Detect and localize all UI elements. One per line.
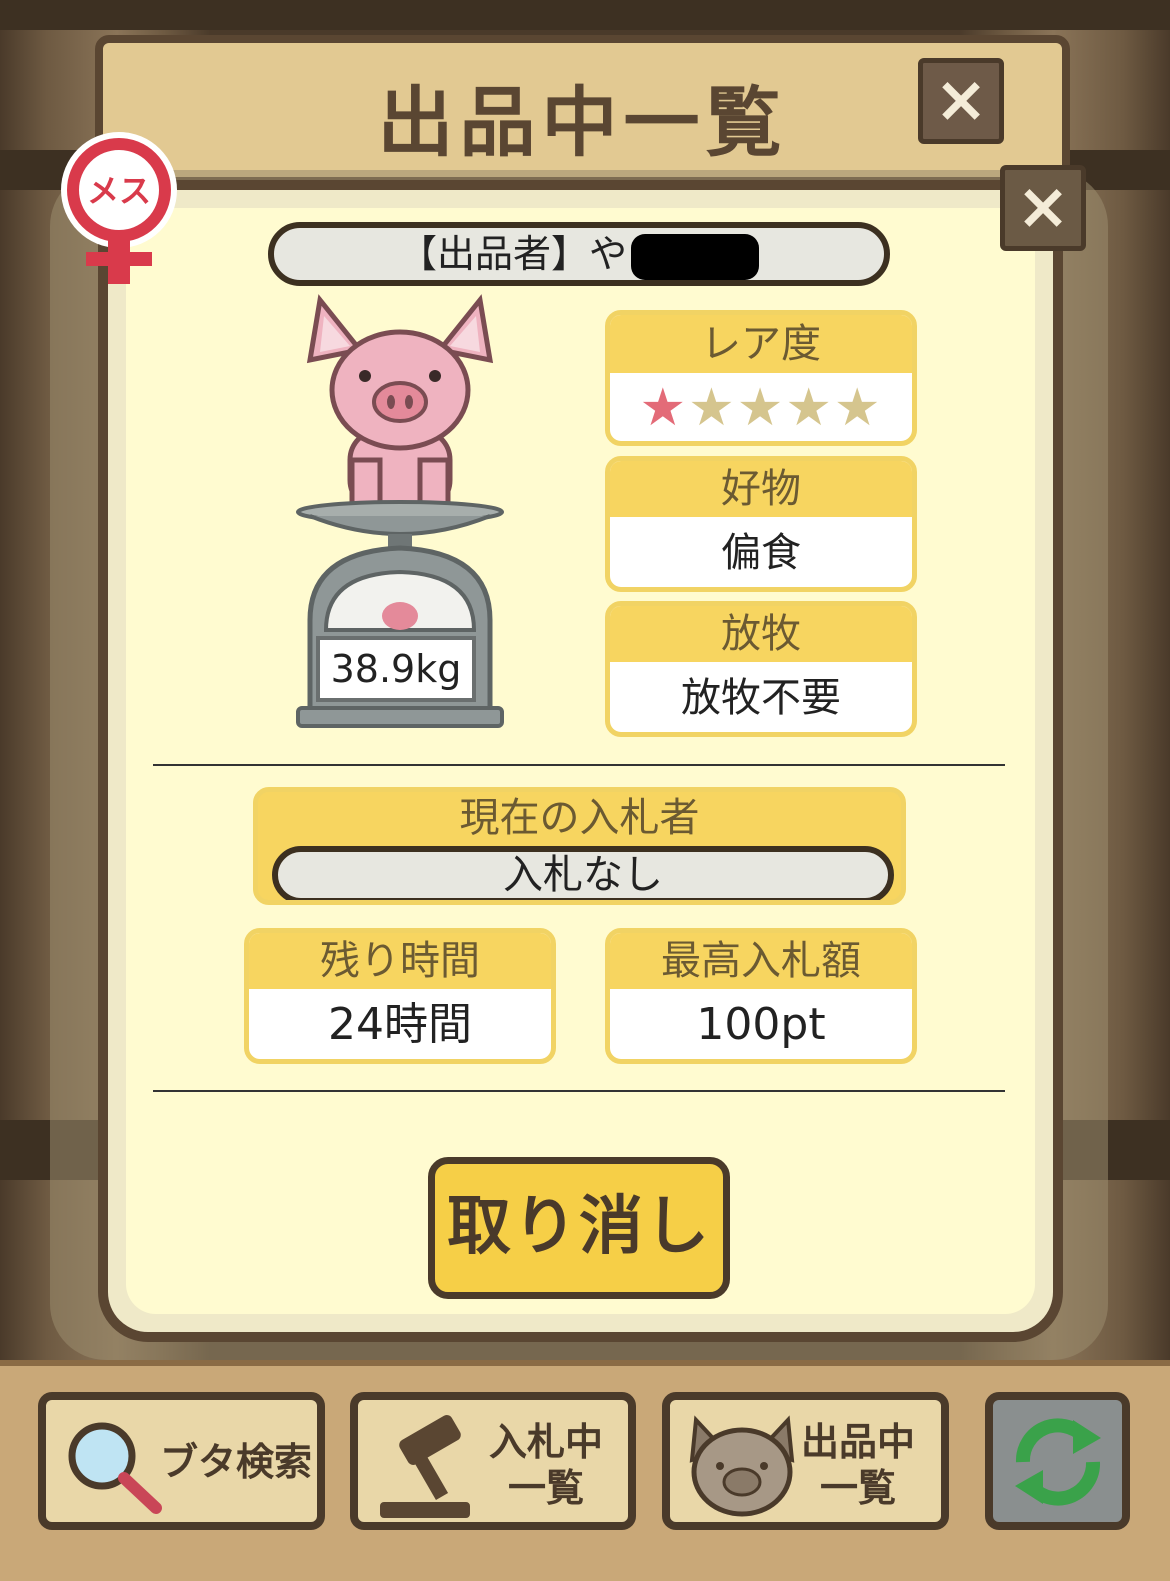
star-empty-icon: ★★★★ [688,378,883,438]
bidding-list-button[interactable]: 入札中 一覧 [350,1392,636,1530]
bidding-list-label-2: 一覧 [507,1466,584,1510]
pig-face-icon [689,1415,795,1517]
grazing-card: 放牧 放牧不要 [605,601,917,737]
rarity-label: レア度 [610,315,912,373]
rarity-stars: ★★★★★ [610,373,912,441]
gavel-icon [380,1415,470,1518]
header-close-button[interactable]: × [918,58,1004,144]
weight-display: 38.9kg [316,636,476,702]
grazing-label: 放牧 [610,606,912,662]
listing-list-label-2: 一覧 [819,1466,896,1510]
redacted-name [631,233,759,280]
magnifier-icon [68,1422,162,1514]
refresh-button[interactable] [985,1392,1130,1530]
time-left-label: 残り時間 [249,933,551,989]
seller-pill: 【出品者】や [268,222,890,286]
bidder-label: 現在の入札者 [258,792,901,844]
favorite-card: 好物 偏食 [605,456,917,592]
listing-list-label-1: 出品中 [800,1420,915,1464]
divider [153,1090,1005,1092]
refresh-icon [1015,1418,1101,1506]
dialog-close-button[interactable]: × [1000,165,1086,251]
time-left-value: 24時間 [328,999,472,1050]
grazing-value: 放牧不要 [681,675,841,721]
favorite-value: 偏食 [721,530,801,576]
time-left-card: 残り時間 24時間 [244,928,556,1064]
seller-label: 【出品者】や [398,232,627,276]
cancel-listing-button[interactable]: 取り消し [428,1157,730,1299]
gender-label: メス [86,172,151,210]
pig-search-button[interactable]: ブタ検索 [38,1392,325,1530]
star-filled-icon: ★ [639,378,689,438]
listing-list-button[interactable]: 出品中 一覧 [662,1392,949,1530]
bidder-card: 現在の入札者 入札なし [253,787,906,905]
rarity-card: レア度 ★★★★★ [605,310,917,446]
divider [153,764,1005,766]
pig-search-label: ブタ検索 [159,1440,312,1484]
favorite-label: 好物 [610,461,912,517]
top-bid-value: 100pt [696,999,826,1050]
bidding-list-label-1: 入札中 [488,1420,603,1464]
bidder-value: 入札なし [272,846,894,900]
top-bid-label: 最高入札額 [610,933,912,989]
female-icon: メス [52,128,187,288]
beam [0,0,1170,30]
top-bid-card: 最高入札額 100pt [605,928,917,1064]
